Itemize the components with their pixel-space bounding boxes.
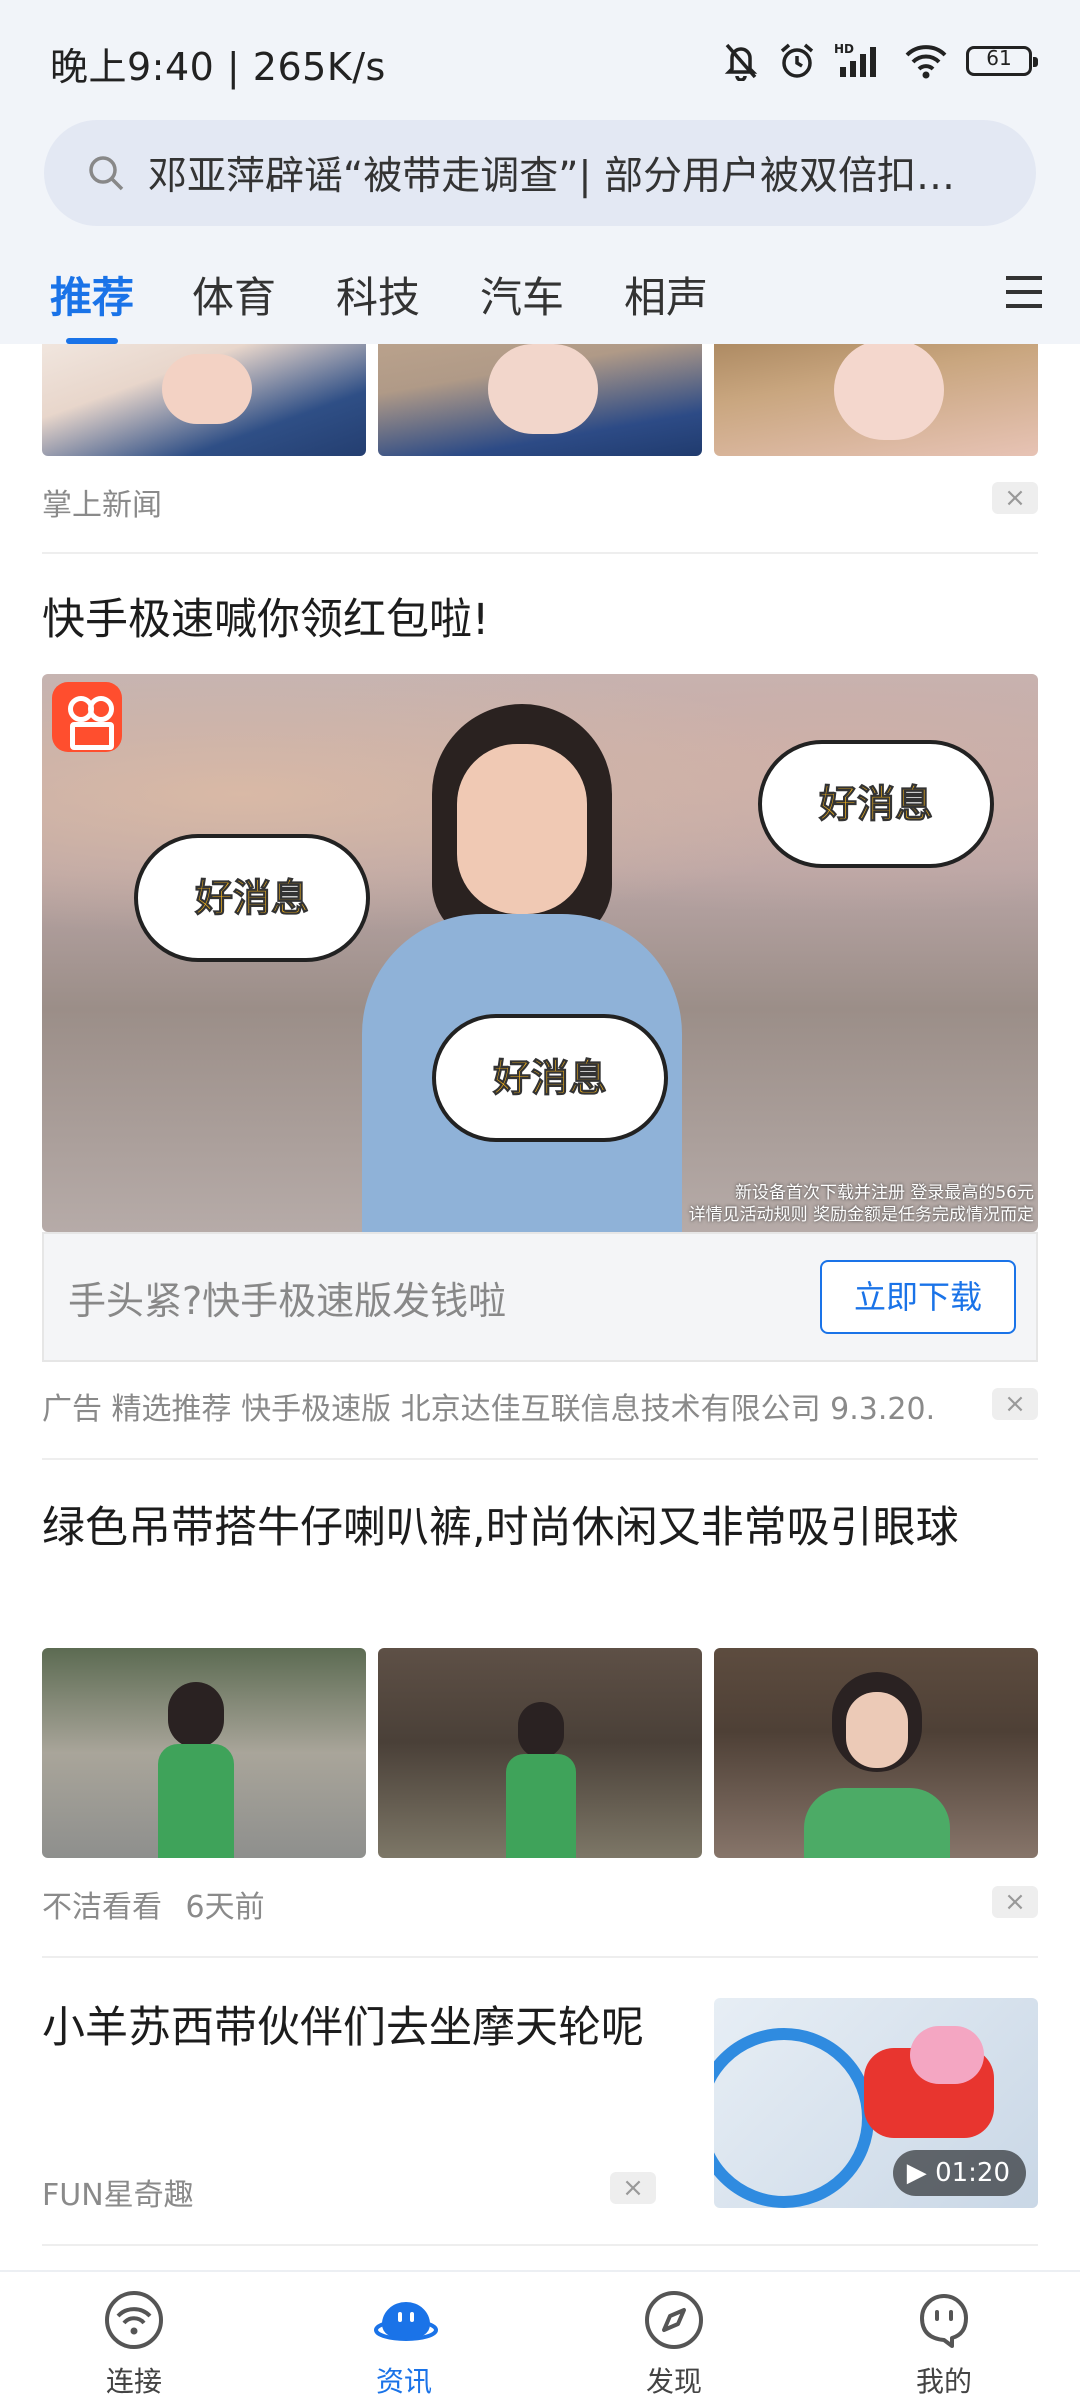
header: 晚上9:40 | 265K/s HD 61 邓亚萍辟谣“被带走调查”| 部分用户… [0,0,1080,344]
status-bar: 晚上9:40 | 265K/s HD 61 [0,0,1080,120]
nav-label: 资讯 [375,2365,432,2398]
svg-text:HD: HD [834,42,854,56]
thumbnail-face [834,344,944,440]
thumbnail-hair [168,1682,224,1748]
news-thumbnail[interactable] [378,344,702,456]
thumbnail-top [158,1744,234,1858]
divider [42,552,1038,554]
search-query[interactable]: 邓亚萍辟谣“被带走调查”| 部分用户被双倍扣… [148,145,1012,201]
thumbnail-hair [518,1702,564,1758]
ad-fine-print-line: 新设备首次下载并注册 登录最高的56元 [734,1183,1034,1203]
good-news-bubble: 好消息 [758,740,994,868]
nav-profile[interactable]: 我的 [874,2272,1014,2402]
news-title[interactable]: 小羊苏西带伙伴们去坐摩天轮呢 [42,1996,662,2061]
news-source: FUN星奇趣 [42,2178,194,2213]
dismiss-button[interactable]: × [992,1886,1038,1918]
ad-meta: 广告 精选推荐 快手极速版 北京达佳互联信息技术有限公司 9.3.20. [42,1392,936,1427]
bottom-navigation: 连接 资讯 发现 我的 [0,2270,1080,2402]
nav-connect[interactable]: 连接 [64,2272,204,2402]
news-time: 6天前 [185,1890,265,1925]
menu-icon-line [1006,304,1042,308]
download-button[interactable]: 立即下载 [820,1260,1016,1334]
dismiss-button[interactable]: × [610,2172,656,2204]
alarm-icon [780,43,814,78]
nav-label: 我的 [915,2365,972,2398]
play-icon: ▶ [906,2158,927,2188]
news-thumbnail[interactable] [42,1648,366,1858]
tab-sports[interactable]: 体育 [192,264,276,325]
thumbnail-top [804,1788,950,1858]
video-duration-badge: ▶ 01:20 [892,2150,1026,2196]
ad-cta-bar[interactable]: 手头紧?快手极速版发钱啦 立即下载 [42,1232,1038,1362]
status-icons: HD 61 [722,38,1038,84]
compass-icon [645,2291,703,2349]
status-time: 晚上9:40 | 265K/s [50,45,386,89]
kuaishou-logo-icon [52,682,122,752]
news-source: 掌上新闻 [42,488,162,523]
tab-recommend[interactable]: 推荐 [50,264,134,325]
peppa-head [910,2026,984,2084]
news-feed[interactable]: 掌上新闻 × 快手极速喊你领红包啦! 好消息 好消息 好消息 新设备首次下载并注… [0,344,1080,2270]
ad-fine-print-line: 详情见活动规则 奖励金额是任务完成情况而定 [688,1205,1034,1225]
news-thumbnail[interactable] [714,344,1038,456]
dismiss-button[interactable]: × [992,1388,1038,1420]
nav-discover[interactable]: 发现 [604,2272,744,2402]
battery-icon: 61 [966,46,1038,76]
mute-bell-icon [724,43,758,81]
news-meta: 不洁看看 6天前 [42,1882,265,1926]
thumbnail-face [488,344,598,434]
divider [42,1458,1038,1460]
news-thumbnail[interactable] [714,1648,1038,1858]
profile-face-icon [920,2294,968,2348]
news-source: 不洁看看 [42,1890,162,1925]
dismiss-button[interactable]: × [992,482,1038,514]
search-icon [89,156,124,191]
news-thumbnail[interactable] [42,344,366,456]
channel-menu-button[interactable] [1000,268,1048,316]
news-face-icon [374,2302,438,2341]
video-thumbnail[interactable]: ▶ 01:20 [714,1998,1038,2208]
menu-icon-line [1006,290,1042,294]
ad-fine-print: 新设备首次下载并注册 登录最高的56元 详情见活动规则 奖励金额是任务完成情况而… [689,1182,1034,1226]
news-title[interactable]: 绿色吊带搭牛仔喇叭裤,时尚休闲又非常吸引眼球 [42,1496,1038,1561]
active-tab-indicator [66,338,118,344]
hd-signal-icon: HD [834,42,876,77]
thumbnail-face [162,354,252,424]
wifi-icon [905,45,947,79]
ad-title[interactable]: 快手极速喊你领红包啦! [42,588,489,653]
search-bar[interactable]: 邓亚萍辟谣“被带走调查”| 部分用户被双倍扣… [44,120,1036,226]
ad-cta-text: 手头紧?快手极速版发钱啦 [68,1279,507,1323]
ad-banner-image[interactable]: 好消息 好消息 好消息 新设备首次下载并注册 登录最高的56元 详情见活动规则 … [42,674,1038,1232]
news-thumbnail[interactable] [378,1648,702,1858]
face [457,744,587,914]
video-duration: 01:20 [935,2158,1010,2188]
tab-tech[interactable]: 科技 [336,264,420,325]
category-tabs: 推荐 体育 科技 汽车 相声 [0,250,1080,344]
thumbnail-top [506,1754,576,1858]
tab-auto[interactable]: 汽车 [480,264,564,325]
wifi-connect-icon [105,2291,163,2349]
nav-news[interactable]: 资讯 [334,2272,474,2402]
ferris-wheel-toy [714,2028,874,2208]
divider [42,1956,1038,1958]
divider [42,2244,1038,2246]
good-news-bubble: 好消息 [432,1014,668,1142]
good-news-bubble: 好消息 [134,834,370,962]
menu-icon-line [1006,276,1042,280]
battery-level: 61 [986,46,1012,70]
ad-person [342,704,702,1232]
nav-label: 发现 [645,2365,702,2398]
tab-crosstalk[interactable]: 相声 [624,264,708,325]
nav-label: 连接 [105,2365,162,2398]
thumbnail-face [846,1692,908,1768]
